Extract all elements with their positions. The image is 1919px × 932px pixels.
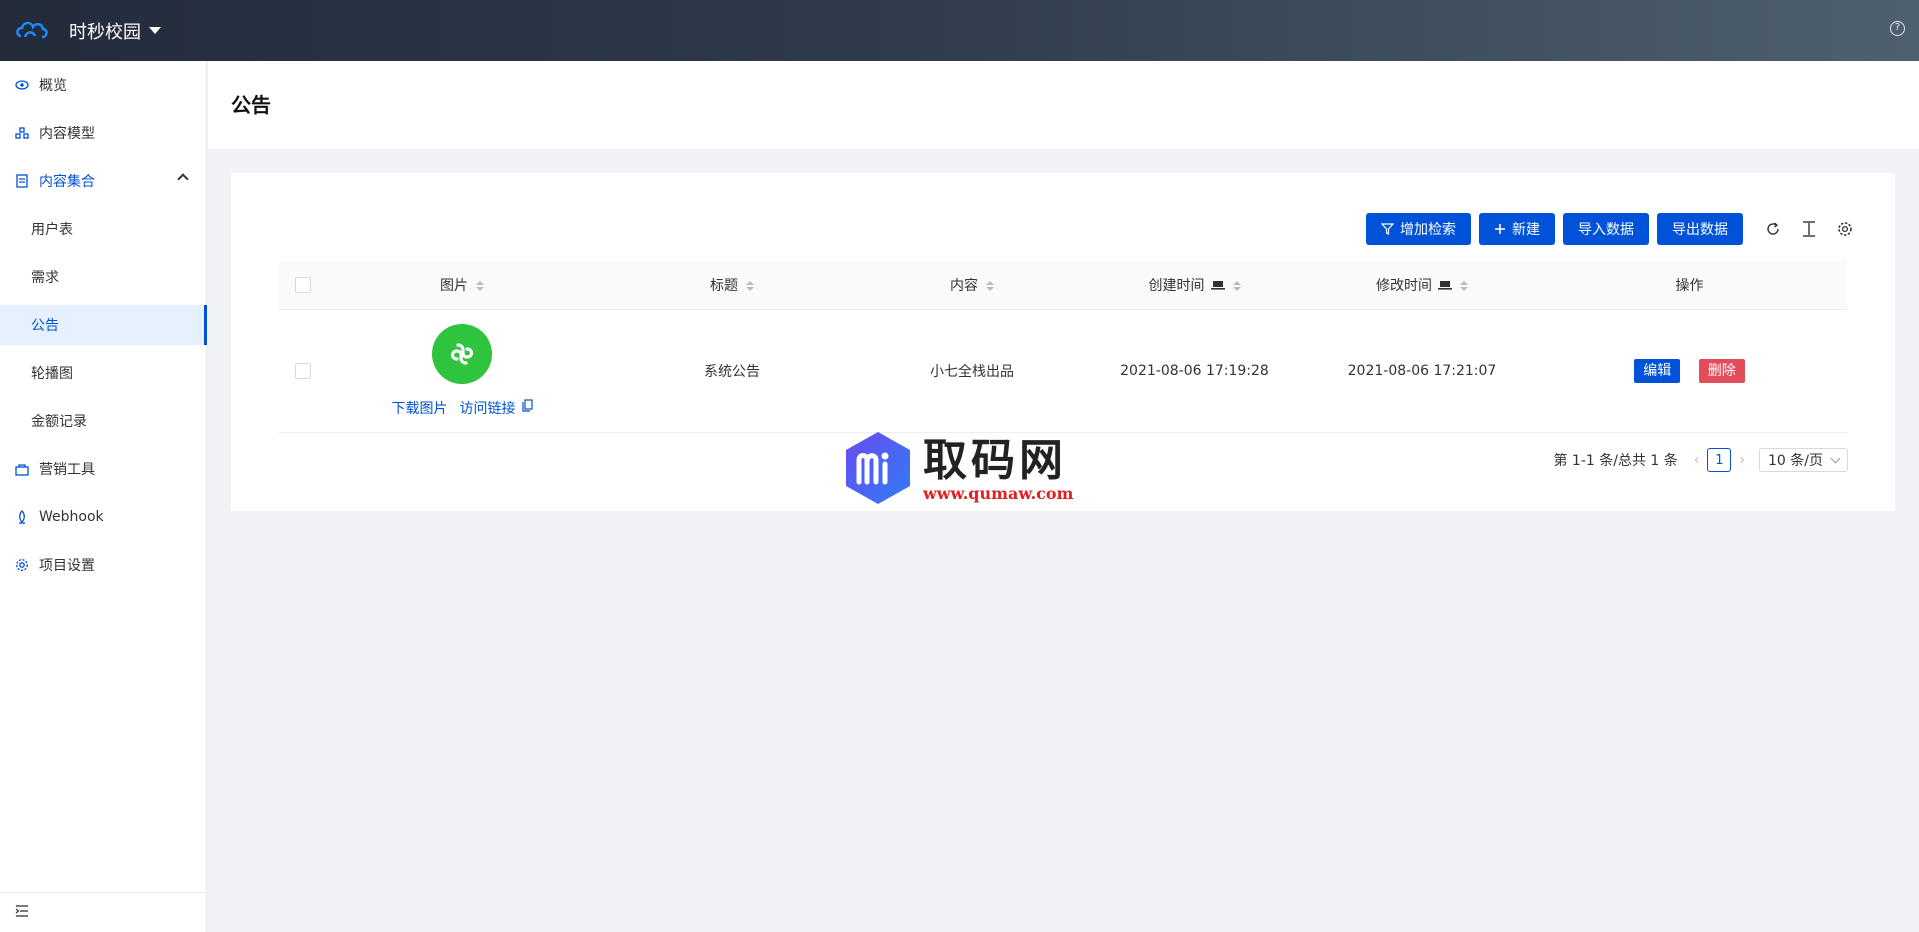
pagination: 第 1-1 条/总共 1 条 ‹ 1 › 10 条/页	[1553, 448, 1848, 472]
chevron-down-icon	[1830, 453, 1841, 463]
create-label: 新建	[1512, 222, 1540, 238]
sort-icon[interactable]	[1232, 280, 1241, 291]
visit-link[interactable]: 访问链接	[460, 398, 516, 418]
table-toolbar: 增加检索 新建 导入数据 导出数据	[1358, 213, 1855, 245]
sort-icon[interactable]	[986, 280, 994, 291]
column-label: 图片	[440, 277, 468, 294]
sidebar: 概览 内容模型 内容集合 用户表 需求 公告 轮播图 金额记录 营销工具 Web…	[0, 61, 207, 932]
download-image-link[interactable]: 下载图片	[392, 398, 448, 418]
sidebar-item-label: 用户表	[31, 222, 73, 238]
import-data-button[interactable]: 导入数据	[1563, 213, 1649, 245]
sidebar-item-carousel[interactable]: 轮播图	[0, 353, 207, 393]
next-page-icon[interactable]: ›	[1739, 452, 1745, 468]
sidebar-item-webhook[interactable]: Webhook	[0, 497, 207, 537]
help-icon[interactable]: ?	[1890, 21, 1905, 36]
sidebar-item-overview[interactable]: 概览	[0, 65, 207, 105]
laptop-icon	[1438, 278, 1452, 294]
content-cell: 小七全栈出品	[867, 309, 1077, 433]
caret-down-icon	[149, 27, 161, 34]
column-header-modified[interactable]: 修改时间	[1312, 261, 1532, 310]
add-filter-button[interactable]: 增加检索	[1366, 213, 1471, 245]
select-all-checkbox[interactable]	[295, 276, 311, 293]
table-header-row: 图片 标题 内容 创建时间 修改时间 操作	[279, 261, 1847, 310]
sidebar-item-label: 项目设置	[39, 558, 95, 574]
sidebar-item-label: 内容模型	[39, 126, 95, 142]
sidebar-item-label: Webhook	[39, 509, 104, 525]
sort-icon[interactable]	[746, 280, 754, 291]
sidebar-item-label: 公告	[31, 318, 59, 334]
created-cell: 2021-08-06 17:19:28	[1077, 309, 1312, 433]
watermark-title: 取码网	[923, 434, 1067, 486]
column-header-image[interactable]: 图片	[327, 261, 597, 310]
laptop-icon	[1210, 278, 1225, 294]
sort-icon[interactable]	[1460, 280, 1468, 291]
column-label: 修改时间	[1376, 277, 1432, 294]
sidebar-item-label: 需求	[31, 270, 59, 286]
sidebar-item-label: 内容集合	[39, 174, 95, 190]
delete-button[interactable]: 删除	[1698, 358, 1745, 383]
gear-icon	[14, 557, 30, 573]
project-switcher[interactable]: 时秒校园	[69, 18, 161, 44]
column-label: 创建时间	[1148, 277, 1205, 294]
eye-icon	[14, 77, 30, 93]
image-cell: 下载图片 访问链接	[327, 309, 597, 433]
edit-button[interactable]: 编辑	[1634, 358, 1681, 383]
column-header-created[interactable]: 创建时间	[1077, 261, 1312, 310]
data-table: 图片 标题 内容 创建时间 修改时间 操作 下载图片 访问链接 系统公告 小七全…	[279, 261, 1847, 433]
settings-icon[interactable]	[1835, 219, 1855, 239]
sort-icon[interactable]	[476, 280, 484, 291]
page-title: 公告	[231, 93, 271, 117]
refresh-icon[interactable]	[1763, 219, 1783, 239]
sidebar-item-announcement[interactable]: 公告	[0, 305, 207, 345]
chevron-up-icon[interactable]	[177, 173, 189, 185]
row-checkbox[interactable]	[295, 362, 311, 379]
column-header-actions: 操作	[1532, 261, 1847, 310]
sidebar-item-content-collection[interactable]: 内容集合	[0, 161, 207, 201]
menu-fold-icon[interactable]	[15, 904, 29, 921]
column-header-content[interactable]: 内容	[867, 261, 1077, 310]
project-name: 时秒校园	[69, 21, 141, 43]
collection-icon	[14, 173, 30, 189]
page-size-select[interactable]: 10 条/页	[1759, 448, 1848, 472]
column-label: 内容	[950, 277, 978, 294]
sidebar-item-label: 概览	[39, 78, 67, 94]
sidebar-item-label: 金额记录	[31, 414, 87, 430]
page-number[interactable]: 1	[1707, 448, 1732, 472]
sidebar-item-project-settings[interactable]: 项目设置	[0, 545, 207, 585]
watermark-url: www.qumaw.com	[923, 483, 1074, 503]
page-header: 公告	[208, 61, 1919, 149]
sidebar-item-content-model[interactable]: 内容模型	[0, 113, 207, 153]
column-header-title[interactable]: 标题	[597, 261, 867, 310]
column-height-icon[interactable]	[1799, 219, 1819, 239]
create-button[interactable]: 新建	[1479, 213, 1555, 245]
sidebar-item-marketing[interactable]: 营销工具	[0, 449, 207, 489]
model-icon	[14, 125, 30, 141]
sidebar-collapse-bar[interactable]	[0, 892, 207, 932]
sidebar-item-amount-records[interactable]: 金额记录	[0, 401, 207, 441]
copy-icon[interactable]	[521, 399, 533, 416]
watermark: 取码网 www.qumaw.com	[843, 430, 1073, 510]
title-cell: 系统公告	[597, 309, 867, 433]
webhook-icon	[14, 509, 30, 525]
sidebar-item-demand[interactable]: 需求	[0, 257, 207, 297]
export-data-button[interactable]: 导出数据	[1657, 213, 1743, 245]
watermark-logo-icon	[843, 430, 913, 510]
prev-page-icon[interactable]: ‹	[1694, 452, 1700, 468]
top-bar: 时秒校园 ?	[0, 0, 1919, 61]
add-filter-label: 增加检索	[1400, 222, 1456, 238]
marketing-icon	[14, 461, 30, 477]
mini-program-thumbnail[interactable]	[432, 323, 492, 384]
actions-cell: 编辑 删除	[1532, 309, 1847, 433]
column-label: 标题	[710, 277, 738, 294]
cloud-logo-icon	[15, 18, 49, 44]
pagination-summary: 第 1-1 条/总共 1 条	[1553, 453, 1678, 469]
page-size-value: 10 条/页	[1768, 453, 1823, 469]
table-row: 下载图片 访问链接 系统公告 小七全栈出品 2021-08-06 17:19:2…	[279, 309, 1847, 433]
modified-cell: 2021-08-06 17:21:07	[1312, 309, 1532, 433]
plus-icon	[1494, 223, 1506, 235]
filter-icon	[1381, 223, 1394, 235]
sidebar-item-label: 营销工具	[39, 462, 95, 478]
sidebar-item-user-table[interactable]: 用户表	[0, 209, 207, 249]
sidebar-item-label: 轮播图	[31, 366, 73, 382]
